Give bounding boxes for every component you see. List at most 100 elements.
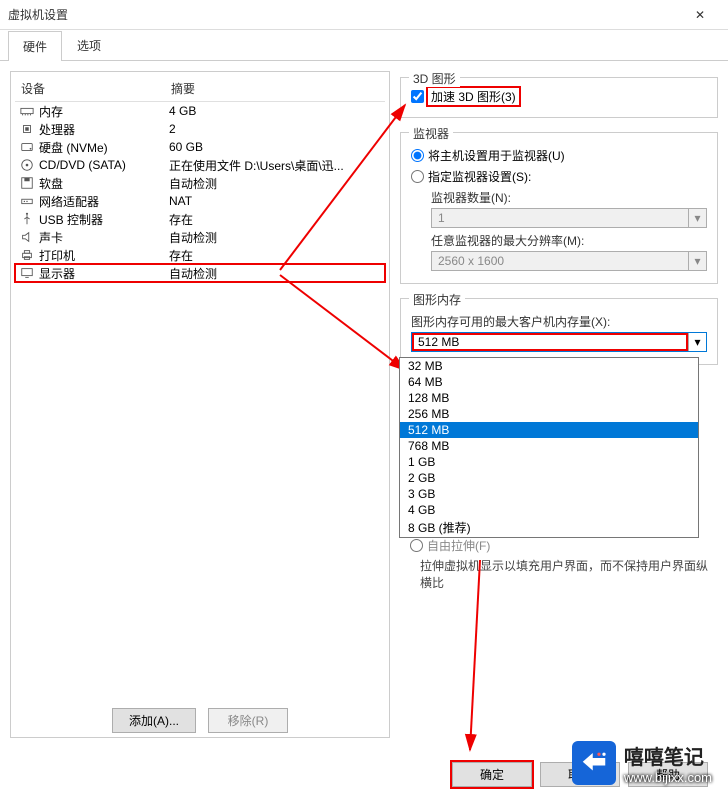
cd-icon (19, 158, 35, 172)
gmem-option[interactable]: 2 GB (400, 470, 698, 486)
device-row-memory[interactable]: 内存4 GB (15, 102, 385, 120)
device-name: 显示器 (35, 265, 169, 282)
device-row-cpu[interactable]: 处理器2 (15, 120, 385, 138)
watermark: 嘻嘻笔记 www.bijixx.com (572, 741, 712, 785)
stretch-radio-row[interactable]: 自由拉伸(F) (400, 537, 718, 554)
device-summary: 2 (169, 122, 176, 136)
stretch-radio[interactable] (410, 539, 423, 552)
display-icon (19, 266, 35, 280)
gmem-option[interactable]: 768 MB (400, 438, 698, 454)
gmem-option[interactable]: 4 GB (400, 502, 698, 518)
tab-options[interactable]: 选项 (62, 30, 116, 60)
device-summary: 存在 (169, 211, 193, 228)
watermark-text: 嘻嘻笔记 www.bijixx.com (624, 741, 712, 785)
gmem-option[interactable]: 1 GB (400, 454, 698, 470)
device-row-usb[interactable]: USB 控制器存在 (15, 210, 385, 228)
device-name: 声卡 (35, 229, 169, 246)
monitor-use-host-row[interactable]: 将主机设置用于监视器(U) (411, 147, 707, 164)
monitor-specify-label: 指定监视器设置(S): (428, 168, 531, 185)
watermark-small: www.bijixx.com (624, 770, 712, 785)
list-header: 设备 摘要 (15, 76, 385, 102)
accel-3d-row[interactable]: 加速 3D 图形(3) (411, 88, 707, 105)
monitor-sub: 监视器数量(N): 1 ▾ 任意监视器的最大分辨率(M): 2560 x 160… (411, 189, 707, 271)
device-row-disk[interactable]: 硬盘 (NVMe)60 GB (15, 138, 385, 156)
device-summary: 自动检测 (169, 265, 217, 282)
group-gmem: 图形内存 图形内存可用的最大客户机内存量(X): 512 MB ▾ 32 MB6… (400, 298, 718, 365)
device-name: 打印机 (35, 247, 169, 264)
monitor-use-host-radio[interactable] (411, 149, 424, 162)
cpu-icon (19, 122, 35, 136)
device-list-panel: 设备 摘要 内存4 GB处理器2硬盘 (NVMe)60 GBCD/DVD (SA… (10, 71, 390, 738)
device-list: 内存4 GB处理器2硬盘 (NVMe)60 GBCD/DVD (SATA)正在使… (15, 102, 385, 702)
gmem-option[interactable]: 8 GB (推荐) (400, 518, 698, 537)
monitor-specify-row[interactable]: 指定监视器设置(S): (411, 168, 707, 185)
gmem-label: 图形内存可用的最大客户机内存量(X): (411, 313, 707, 330)
close-button[interactable]: ✕ (680, 0, 720, 30)
device-name: USB 控制器 (35, 211, 169, 228)
group-title-monitor: 监视器 (409, 125, 453, 142)
device-name: 处理器 (35, 121, 169, 138)
device-summary: 4 GB (169, 104, 196, 118)
group-title-gmem: 图形内存 (409, 291, 465, 308)
content: 设备 摘要 内存4 GB处理器2硬盘 (NVMe)60 GBCD/DVD (SA… (0, 61, 728, 748)
device-row-floppy[interactable]: 软盘自动检测 (15, 174, 385, 192)
monitor-count-combo: 1 ▾ (431, 208, 707, 228)
stretch-desc: 拉伸虚拟机显示以填充用户界面，而不保持用户界面纵横比 (400, 558, 718, 592)
usb-icon (19, 212, 35, 226)
monitor-count-label: 监视器数量(N): (431, 189, 707, 206)
gmem-option[interactable]: 64 MB (400, 374, 698, 390)
titlebar: 虚拟机设置 ✕ (0, 0, 728, 30)
device-row-sound[interactable]: 声卡自动检测 (15, 228, 385, 246)
device-row-cd[interactable]: CD/DVD (SATA)正在使用文件 D:\Users\桌面\迅... (15, 156, 385, 174)
monitor-specify-radio[interactable] (411, 170, 424, 183)
chevron-down-icon: ▾ (688, 209, 706, 227)
group-3d-graphics: 3D 图形 加速 3D 图形(3) (400, 77, 718, 118)
gmem-combo[interactable]: 512 MB ▾ (411, 332, 707, 352)
monitor-maxres-value: 2560 x 1600 (432, 252, 688, 270)
accel-3d-label: 加速 3D 图形(3) (428, 88, 519, 105)
gmem-option[interactable]: 32 MB (400, 358, 698, 374)
gmem-option[interactable]: 256 MB (400, 406, 698, 422)
device-name: 内存 (35, 103, 169, 120)
window-title: 虚拟机设置 (8, 6, 680, 23)
device-row-printer[interactable]: 打印机存在 (15, 246, 385, 264)
group-monitor: 监视器 将主机设置用于监视器(U) 指定监视器设置(S): 监视器数量(N): … (400, 132, 718, 284)
memory-icon (19, 104, 35, 118)
gmem-option[interactable]: 128 MB (400, 390, 698, 406)
device-summary: 自动检测 (169, 229, 217, 246)
accel-3d-checkbox[interactable] (411, 90, 424, 103)
watermark-icon (572, 741, 616, 785)
monitor-count-value: 1 (432, 209, 688, 227)
chevron-down-icon[interactable]: ▾ (688, 333, 706, 351)
header-summary: 摘要 (171, 80, 195, 97)
monitor-use-host-label: 将主机设置用于监视器(U) (428, 147, 565, 164)
gmem-option[interactable]: 512 MB (400, 422, 698, 438)
gmem-dropdown[interactable]: 32 MB64 MB128 MB256 MB512 MB768 MB1 GB2 … (399, 357, 699, 538)
device-row-net[interactable]: 网络适配器NAT (15, 192, 385, 210)
stretch-radio-label: 自由拉伸(F) (427, 537, 490, 554)
group-title-3d: 3D 图形 (409, 70, 460, 87)
list-buttons: 添加(A)... 移除(R) (15, 702, 385, 733)
device-name: 软盘 (35, 175, 169, 192)
device-name: 网络适配器 (35, 193, 169, 210)
device-name: 硬盘 (NVMe) (35, 139, 169, 156)
tabs: 硬件 选项 (0, 30, 728, 61)
stretch-section: 自由拉伸(F) 拉伸虚拟机显示以填充用户界面，而不保持用户界面纵横比 (400, 533, 718, 592)
monitor-maxres-label: 任意监视器的最大分辨率(M): (431, 232, 707, 249)
ok-button[interactable]: 确定 (452, 762, 532, 787)
gmem-option[interactable]: 3 GB (400, 486, 698, 502)
device-summary: NAT (169, 194, 192, 208)
tab-hardware[interactable]: 硬件 (8, 31, 62, 61)
watermark-big: 嘻嘻笔记 (624, 741, 712, 770)
add-button[interactable]: 添加(A)... (112, 708, 196, 733)
net-icon (19, 194, 35, 208)
device-row-display[interactable]: 显示器自动检测 (15, 264, 385, 282)
chevron-down-icon: ▾ (688, 252, 706, 270)
disk-icon (19, 140, 35, 154)
device-name: CD/DVD (SATA) (35, 158, 169, 172)
remove-button[interactable]: 移除(R) (208, 708, 288, 733)
gmem-value: 512 MB (412, 333, 688, 351)
device-summary: 存在 (169, 247, 193, 264)
settings-panel: 3D 图形 加速 3D 图形(3) 监视器 将主机设置用于监视器(U) 指定监视… (400, 71, 718, 738)
sound-icon (19, 230, 35, 244)
